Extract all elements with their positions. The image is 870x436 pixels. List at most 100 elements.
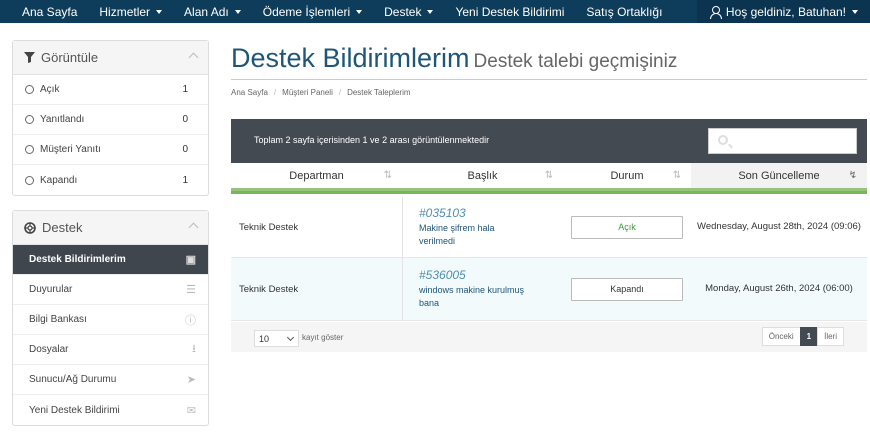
- filter-label: Kapandı: [40, 174, 78, 186]
- nav-new-ticket[interactable]: Yeni Destek Bildirimi: [444, 0, 575, 23]
- sidebar-item-new-ticket[interactable]: Yeni Destek Bildirimi ✉: [13, 395, 208, 425]
- filter-panel: Görüntüle Açık 1 Yanıtlandı 0 Müşteri Yanı…: [12, 40, 209, 196]
- user-menu[interactable]: Hoş geldiniz, Batuhan!: [696, 0, 870, 23]
- list-icon: ☰: [186, 284, 196, 296]
- nav-home[interactable]: Ana Sayfa: [0, 0, 88, 23]
- next-page-button[interactable]: İleri: [817, 327, 844, 346]
- nav-support[interactable]: Destek: [373, 0, 444, 23]
- status-badge: Açık: [571, 215, 683, 239]
- table-info: Toplam 2 sayfa içerisinden 1 ve 2 arası …: [254, 135, 490, 145]
- nav-domains[interactable]: Alan Adı: [173, 0, 252, 23]
- radio-button[interactable]: [25, 85, 34, 94]
- caret-down-icon: [156, 9, 163, 14]
- table-row[interactable]: Teknik Destek #035103 Makine şifrem hala…: [231, 197, 867, 258]
- page-length-value: 10: [259, 333, 270, 344]
- sidebar-item-label: Bilgi Bankası: [29, 314, 87, 325]
- filter-customer-reply[interactable]: Müşteri Yanıtı 0: [13, 135, 208, 165]
- user-icon: [709, 5, 722, 19]
- current-page-button[interactable]: 1: [799, 327, 819, 346]
- sort-desc-icon: ↯: [848, 170, 857, 181]
- pagination: Önceki 1 İleri: [761, 327, 844, 346]
- nav-label: Destek: [384, 4, 422, 19]
- chevron-up-icon[interactable]: [188, 52, 199, 63]
- radio-button[interactable]: [25, 115, 34, 124]
- page-length-label: kayıt göster: [302, 333, 344, 342]
- page-length-select[interactable]: 10: [254, 330, 299, 347]
- filter-count: 1: [182, 84, 188, 95]
- chat-icon: ✉: [186, 404, 196, 417]
- cell-department: Teknik Destek: [239, 221, 299, 233]
- column-label: Son Güncelleme: [738, 169, 820, 182]
- sidebar-item-my-tickets[interactable]: Destek Bildirimlerim ▣: [13, 245, 208, 275]
- nav-affiliates[interactable]: Satış Ortaklığı: [575, 0, 673, 23]
- breadcrumb: Ana Sayfa / Müşteri Paneli / Destek Talepler…: [231, 88, 411, 97]
- sort-icon: ⇅: [383, 170, 392, 181]
- sort-icon: ⇅: [672, 170, 681, 181]
- search-box[interactable]: [708, 128, 857, 154]
- cell-last-updated: Monday, August 26th, 2024 (06:00): [705, 283, 853, 294]
- search-input[interactable]: [733, 129, 853, 153]
- support-panel-header[interactable]: Destek: [13, 211, 208, 245]
- ticket-subject[interactable]: Makine şifrem hala verilmedi: [419, 222, 529, 248]
- filter-icon: [24, 52, 35, 63]
- column-department[interactable]: Departman ⇅: [231, 163, 402, 191]
- ticket-id[interactable]: #035103: [419, 206, 466, 220]
- nav-services[interactable]: Hizmetler: [88, 0, 173, 23]
- nav-label: Yeni Destek Bildirimi: [455, 4, 565, 19]
- info-icon: ⓘ: [185, 314, 196, 327]
- filter-open[interactable]: Açık 1: [13, 75, 208, 105]
- column-label: Başlık: [467, 169, 498, 182]
- filter-count: 1: [182, 174, 188, 186]
- sidebar-item-downloads[interactable]: Dosyalar ⭳: [13, 335, 208, 365]
- sidebar-item-label: Yeni Destek Bildirimi: [29, 404, 120, 416]
- filter-answered[interactable]: Yanıtlandı 0: [13, 105, 208, 135]
- nav-label: Ödeme İşlemleri: [262, 4, 351, 19]
- page-title: Destek Bildirimlerim Destek talebi geçmiş…: [231, 43, 677, 74]
- caret-down-icon: [356, 9, 363, 14]
- ticket-subject[interactable]: windows makine kurulmuş bana: [419, 284, 529, 310]
- filter-count: 0: [182, 114, 188, 125]
- prev-page-button[interactable]: Önceki: [761, 327, 801, 346]
- column-label: Durum: [610, 169, 644, 182]
- sidebar-item-network-status[interactable]: Sunucu/Ağ Durumu ➤: [13, 365, 208, 395]
- nav-billing[interactable]: Ödeme İşlemleri: [252, 0, 373, 23]
- ticket-id[interactable]: #536005: [419, 268, 466, 282]
- table-row[interactable]: Teknik Destek #536005 windows makine kur…: [231, 258, 867, 321]
- filter-count: 0: [182, 144, 188, 155]
- nav-label: Satış Ortaklığı: [586, 4, 663, 19]
- page-subtitle: Destek talebi geçmişiniz: [473, 51, 678, 72]
- cell-subject[interactable]: #035103 Makine şifrem hala verilmedi: [402, 197, 563, 257]
- sidebar-item-label: Destek Bildirimlerim: [29, 254, 126, 265]
- sidebar-item-label: Sunucu/Ağ Durumu: [29, 374, 117, 385]
- column-status[interactable]: Durum ⇅: [563, 163, 691, 191]
- sort-icon: ⇅: [544, 170, 553, 181]
- column-subject[interactable]: Başlık ⇅: [402, 163, 563, 191]
- sidebar-item-label: Dosyalar: [29, 344, 69, 355]
- panel-title: Görüntüle: [41, 50, 99, 65]
- breadcrumb-separator: /: [273, 88, 277, 97]
- caret-down-icon: [427, 9, 434, 14]
- rocket-icon: ➤: [186, 374, 196, 386]
- table-header: Departman ⇅ Başlık ⇅ Durum ⇅ Son Güncelleme…: [231, 163, 867, 194]
- caret-down-icon: [234, 9, 241, 14]
- filter-panel-header[interactable]: Görüntüle: [13, 41, 208, 75]
- table-toolbar: Toplam 2 sayfa içerisinden 1 ve 2 arası …: [231, 119, 867, 163]
- radio-button[interactable]: [25, 175, 34, 185]
- cell-subject[interactable]: #536005 windows makine kurulmuş bana: [402, 258, 563, 320]
- cell-last-updated: Wednesday, August 28th, 2024 (09:06): [697, 221, 861, 232]
- nav-label: Alan Adı: [184, 4, 229, 19]
- column-last-updated[interactable]: Son Güncelleme ↯: [691, 163, 867, 191]
- lifebuoy-icon: [24, 221, 36, 234]
- breadcrumb-home[interactable]: Ana Sayfa: [231, 88, 268, 97]
- title-divider: [231, 79, 867, 80]
- top-navbar: Ana Sayfa Hizmetler Alan Adı Ödeme İşlem…: [0, 0, 870, 23]
- sidebar-item-knowledgebase[interactable]: Bilgi Bankası ⓘ: [13, 305, 208, 335]
- status-badge: Kapandı: [571, 277, 683, 301]
- filter-closed[interactable]: Kapandı 1: [13, 165, 208, 195]
- breadcrumb-client-area[interactable]: Müşteri Paneli: [282, 88, 333, 97]
- cell-department: Teknik Destek: [239, 283, 299, 295]
- chevron-up-icon[interactable]: [188, 222, 199, 233]
- radio-button[interactable]: [25, 145, 34, 154]
- sidebar-item-announcements[interactable]: Duyurular ☰: [13, 275, 208, 305]
- sidebar-item-label: Duyurular: [29, 284, 73, 295]
